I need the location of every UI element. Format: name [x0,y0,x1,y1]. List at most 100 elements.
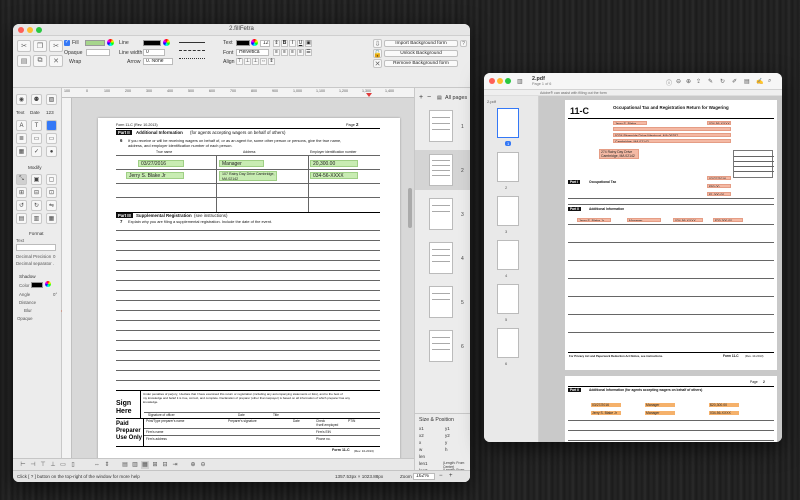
align-top-edge-icon[interactable]: ⊥ [49,461,57,469]
info-icon[interactable]: ⓘ [666,78,672,87]
number-tool[interactable]: 123 [46,110,54,115]
city-field[interactable]: Cambridge, MA 02142 [613,139,731,143]
date1-field[interactable]: 03/27/2016 [707,176,731,180]
row-title-field[interactable]: Manager [627,218,661,222]
qr-code-icon[interactable]: ▦ [16,146,27,157]
size-match-icon[interactable]: ▦ [46,213,57,224]
name-line-2[interactable] [613,127,731,131]
font-size-field[interactable]: 12 [260,40,270,47]
true-name-field[interactable]: Jerry S. Blake Jr [126,172,184,179]
align-justify-icon[interactable]: ≡ [297,49,304,56]
text-tool[interactable]: Text [16,110,24,115]
align-h-center-icon[interactable]: ⊣ [29,461,37,469]
rect-outline-icon[interactable]: ▭ [46,133,57,144]
preview-minimize-button[interactable] [497,78,503,84]
multiline-icon[interactable]: ≣ [16,133,27,144]
select-tool-icon[interactable]: ⤡ [16,174,27,185]
group-icon[interactable]: ⊞ [16,187,27,198]
ssn-field[interactable]: 034-56-XXXX [707,121,731,125]
zoom-in-button[interactable]: + [449,473,453,479]
opaque-slider[interactable] [86,49,110,56]
share-icon[interactable]: ⇪ [696,78,701,85]
page-thumb-5[interactable] [429,286,453,318]
duplicate-icon[interactable]: ⧉ [33,55,47,67]
preview-thumb-5[interactable] [497,284,519,314]
checkmark-icon[interactable]: ✓ [31,146,42,157]
align-v-center-icon[interactable]: ▭ [59,461,67,469]
align-center-icon[interactable]: ≡ [281,49,288,56]
paste-icon[interactable]: ▤ [17,55,31,67]
sidebar-toggle-icon[interactable]: ▥ [517,78,523,85]
preview-thumb-4[interactable] [497,240,519,270]
remove-bg-icon[interactable]: ✕ [373,59,382,68]
text-color-wheel-icon[interactable] [251,39,258,46]
vertical-scrollbar[interactable] [408,188,412,228]
cut-icon[interactable]: ✂ [49,40,63,52]
rotate-icon[interactable]: ↻ [720,78,725,85]
align-left-edge-icon[interactable]: ⊢ [19,461,27,469]
arrange-front-icon[interactable]: ▣ [31,174,42,185]
list-icon[interactable]: ☰ [305,49,312,56]
remove-page-button[interactable]: − [427,94,431,101]
markup-icon[interactable]: ✐ [732,78,737,85]
row-amount-field[interactable]: $20,300.00 [713,218,743,222]
valign-middle-icon[interactable]: ⊥ [244,58,251,65]
preview-zoom-button[interactable] [505,78,511,84]
distribute-objects-icon[interactable]: ▥ [31,213,42,224]
remove-background-button[interactable]: Remove Background form [384,60,458,67]
italic-button[interactable]: I [289,40,296,47]
line-style-solid[interactable] [179,42,205,43]
preview-document-area[interactable]: 11-C Occupational Tax and Registration R… [539,96,782,442]
highlight-icon[interactable]: ✎ [708,78,713,85]
page-thumb-4[interactable] [429,242,453,274]
form-icon[interactable]: ▤ [744,78,750,85]
delete-icon[interactable]: ✕ [49,55,63,67]
distribute-v-icon[interactable]: ⇕ [268,58,275,65]
ein-field[interactable]: 034-56-XXXX [310,172,358,179]
zoom-out-icon[interactable]: ⊖ [199,461,207,469]
address-field[interactable]: 107 Rainy Day Drive Cambridge, MA 02142 [219,171,277,181]
page2-name[interactable]: Jerry S. Blake Jr [591,411,621,415]
shadow-angle-value[interactable]: 0° [53,292,57,297]
align-objects-icon[interactable]: ▤ [16,213,27,224]
text-color-swatch[interactable] [236,40,250,46]
import-background-button[interactable]: Import Background form [384,40,458,47]
color-wheel-icon[interactable] [107,39,114,46]
font-tool-icon[interactable]: A [16,120,27,131]
date-tool[interactable]: Date [30,110,40,115]
page-thumb-3[interactable] [429,198,453,230]
row-name-field[interactable]: Jerry S. Blake Jr [577,218,611,222]
amount1-field[interactable]: $50.00 [707,184,731,188]
snap-grid-icon[interactable]: ⊞ [151,461,159,469]
unlock-icon[interactable]: 🔓 [373,49,382,58]
all-pages-label[interactable]: All pages [445,95,467,101]
image-icon[interactable]: ▨ [46,94,57,105]
add-page-button[interactable]: + [419,94,423,101]
page-thumb-2[interactable] [429,154,453,186]
address2-field[interactable]: 274 Rainy Day Drive Cambridge, MA 02142 [599,149,639,159]
line-color-wheel-icon[interactable] [163,39,170,46]
shadow-color-swatch[interactable] [31,282,43,288]
bold-button[interactable]: B [281,40,288,47]
rotate-right-icon[interactable]: ↻ [31,200,42,211]
camera-icon[interactable]: ◉ [16,94,27,105]
line-style-dashed[interactable] [179,50,205,51]
help-button[interactable]: ? [460,40,467,47]
date-field[interactable]: 03/27/2016 [138,160,184,167]
amount2-field[interactable]: $1,000.00 [707,192,731,196]
page2-amount[interactable]: $20,300.00 [709,403,739,407]
sign-icon[interactable]: ✍ [756,78,763,85]
page2-manager[interactable]: Manager [645,403,675,407]
same-size-icon[interactable]: ▦ [141,461,149,469]
rotate-left-icon[interactable]: ↺ [16,200,27,211]
name-field[interactable]: Jerry S. Blake [613,121,647,125]
copy-icon[interactable]: ❐ [33,40,47,52]
import-bg-icon[interactable]: ⇩ [373,39,382,48]
arrange-back-icon[interactable]: ▢ [46,174,57,185]
preview-thumb-3[interactable] [497,196,519,226]
amount-field[interactable]: 20,300.00 [310,160,358,167]
decimal-separator-value[interactable]: . [53,261,54,266]
decimal-precision-value[interactable]: 0 [53,254,55,259]
circle-icon[interactable]: ● [46,146,57,157]
fill-color-swatch[interactable] [85,40,105,46]
